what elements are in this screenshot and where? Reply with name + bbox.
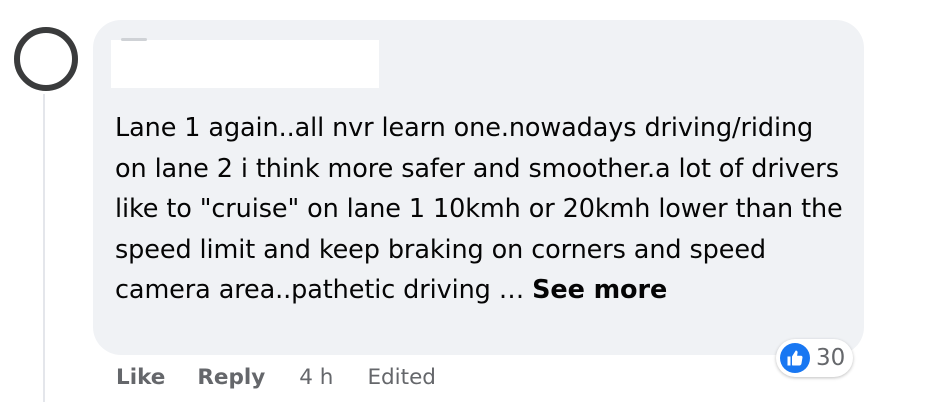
reaction-summary[interactable]: 30: [776, 339, 854, 377]
comment-actions: Like Reply 4 h Edited: [116, 362, 436, 392]
thumbs-up-icon: [780, 343, 810, 373]
see-more-link[interactable]: See more: [532, 275, 667, 305]
redaction-residue: [121, 38, 147, 41]
reaction-count: 30: [816, 345, 846, 371]
comment-thread: Lane 1 again..all nvr learn one.nowadays…: [0, 0, 939, 402]
like-button[interactable]: Like: [116, 365, 165, 390]
edited-label[interactable]: Edited: [367, 365, 436, 390]
thread-connector-line: [43, 94, 45, 402]
reply-button[interactable]: Reply: [197, 365, 265, 390]
comment-text: Lane 1 again..all nvr learn one.nowadays…: [115, 113, 843, 305]
author-name-redacted: [111, 38, 379, 88]
comment-body: Lane 1 again..all nvr learn one.nowadays…: [115, 108, 845, 311]
avatar[interactable]: [14, 27, 78, 91]
timestamp[interactable]: 4 h: [299, 365, 333, 390]
comment-bubble: Lane 1 again..all nvr learn one.nowadays…: [93, 20, 864, 355]
